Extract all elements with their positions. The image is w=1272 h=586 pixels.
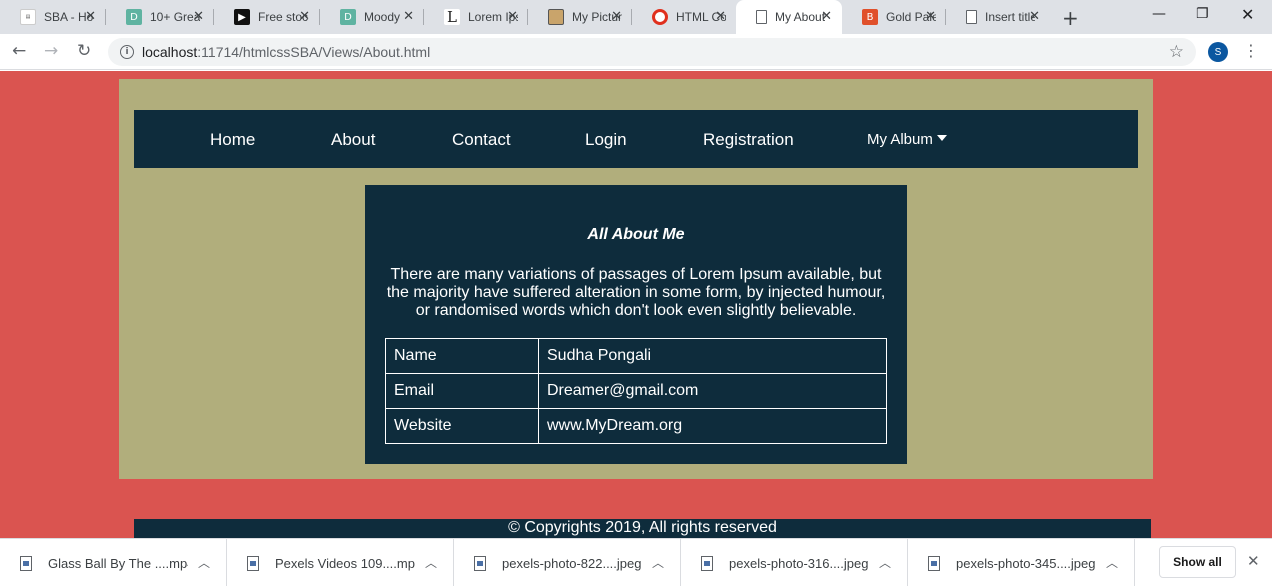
bookmark-star-icon[interactable]: ☆ bbox=[1169, 42, 1184, 62]
tab-strip: ▤ SBA - Home ✕ D 10+ Great ✕ ▶ Free stoc… bbox=[0, 0, 1272, 34]
chevron-up-icon[interactable]: ︿ bbox=[879, 554, 891, 571]
row-value: Sudha Pongali bbox=[538, 338, 887, 374]
image-file-icon bbox=[701, 555, 713, 571]
page-viewport: Home About Contact Login Registration My… bbox=[0, 71, 1272, 538]
close-downloads-icon[interactable]: ✕ bbox=[1247, 552, 1260, 570]
browser-tab[interactable]: D 10+ Great ✕ bbox=[106, 0, 214, 34]
d-badge-icon: D bbox=[126, 9, 142, 25]
chevron-up-icon[interactable]: ︿ bbox=[1106, 554, 1118, 571]
browser-tab[interactable]: ▶ Free stock ✕ bbox=[214, 0, 320, 34]
nav-about[interactable]: About bbox=[331, 130, 375, 150]
browser-tab[interactable]: My Pictures ✕ bbox=[528, 0, 632, 34]
restore-icon[interactable]: ❐ bbox=[1196, 6, 1209, 22]
table-row: Website www.MyDream.org bbox=[385, 408, 887, 444]
browser-tab[interactable]: D Moody ✕ bbox=[320, 0, 424, 34]
row-value: Dreamer@gmail.com bbox=[538, 373, 887, 409]
back-arrow-icon[interactable]: ← bbox=[12, 41, 26, 61]
row-value: www.MyDream.org bbox=[538, 408, 887, 444]
close-tab-icon[interactable]: ✕ bbox=[193, 9, 204, 25]
downloads-bar: Glass Ball By The ....mp4 ︿ Pexels Video… bbox=[0, 538, 1272, 586]
about-heading: All About Me bbox=[587, 226, 685, 243]
close-window-icon[interactable]: ✕ bbox=[1241, 5, 1254, 24]
close-tab-icon[interactable]: ✕ bbox=[85, 9, 96, 25]
browser-toolbar: ← → ↻ i localhost:11714/htmlcssSBA/Views… bbox=[0, 34, 1272, 70]
profile-table: Name Sudha Pongali Email Dreamer@gmail.c… bbox=[385, 338, 887, 444]
close-tab-icon[interactable]: ✕ bbox=[507, 9, 518, 25]
address-bar[interactable]: i localhost:11714/htmlcssSBA/Views/About… bbox=[108, 38, 1196, 66]
chevron-up-icon[interactable]: ︿ bbox=[652, 554, 664, 571]
menu-kebab-icon[interactable]: ⋮ bbox=[1243, 41, 1259, 60]
browser-tab[interactable]: B Gold Palette ✕ bbox=[842, 0, 946, 34]
nav-my-album-label: My Album bbox=[867, 131, 933, 148]
document-icon bbox=[966, 10, 977, 24]
show-all-button[interactable]: Show all bbox=[1159, 546, 1236, 578]
blogger-icon: B bbox=[862, 9, 878, 25]
image-icon bbox=[548, 9, 564, 25]
row-label: Name bbox=[385, 338, 539, 374]
nav-home[interactable]: Home bbox=[210, 130, 255, 150]
l-letter-icon: L bbox=[444, 8, 460, 26]
play-icon: ▶ bbox=[234, 9, 250, 25]
browser-tab[interactable]: HTML Color ✕ bbox=[632, 0, 736, 34]
browser-tab-active[interactable]: My About ✕ bbox=[736, 0, 842, 34]
profile-avatar[interactable]: S bbox=[1208, 42, 1228, 62]
browser-tab[interactable]: Insert title ✕ bbox=[946, 0, 1050, 34]
forward-arrow-icon[interactable]: → bbox=[44, 41, 58, 61]
new-tab-icon[interactable]: + bbox=[1062, 6, 1079, 30]
browser-tab[interactable]: L Lorem Ipsum ✕ bbox=[424, 0, 528, 34]
row-label: Email bbox=[385, 373, 539, 409]
url-host: localhost bbox=[142, 44, 198, 60]
nav-login[interactable]: Login bbox=[585, 130, 627, 150]
url-path: :11714/htmlcssSBA/Views/About.html bbox=[197, 44, 431, 60]
video-file-icon bbox=[247, 555, 259, 571]
image-file-icon bbox=[474, 555, 486, 571]
close-tab-icon[interactable]: ✕ bbox=[403, 9, 414, 25]
nav-my-album[interactable]: My Album bbox=[867, 131, 947, 148]
content-wrapper: Home About Contact Login Registration My… bbox=[119, 79, 1153, 479]
about-paragraph: There are many variations of passages of… bbox=[386, 266, 886, 319]
reload-icon[interactable]: ↻ bbox=[77, 41, 91, 61]
table-row: Name Sudha Pongali bbox=[385, 338, 887, 374]
close-tab-icon[interactable]: ✕ bbox=[611, 9, 622, 25]
info-icon[interactable]: i bbox=[120, 45, 134, 59]
close-tab-icon[interactable]: ✕ bbox=[1029, 9, 1040, 25]
caret-down-icon bbox=[936, 135, 947, 141]
close-tab-icon[interactable]: ✕ bbox=[299, 9, 310, 25]
close-tab-icon[interactable]: ✕ bbox=[925, 9, 936, 25]
browser-tab[interactable]: ▤ SBA - Home ✕ bbox=[0, 0, 106, 34]
d-badge-icon: D bbox=[340, 9, 356, 25]
chevron-up-icon[interactable]: ︿ bbox=[425, 554, 437, 571]
download-item[interactable]: Glass Ball By The ....mp4 ︿ bbox=[0, 539, 227, 586]
chevron-up-icon[interactable]: ︿ bbox=[198, 554, 210, 571]
image-file-icon bbox=[928, 555, 940, 571]
download-item[interactable]: pexels-photo-316....jpeg ︿ bbox=[681, 539, 908, 586]
minimize-icon[interactable]: — bbox=[1152, 6, 1166, 22]
row-label: Website bbox=[385, 408, 539, 444]
opera-icon bbox=[652, 9, 668, 25]
nav-registration[interactable]: Registration bbox=[703, 130, 794, 150]
site-navbar: Home About Contact Login Registration My… bbox=[134, 110, 1138, 168]
download-item[interactable]: pexels-photo-822....jpeg ︿ bbox=[454, 539, 681, 586]
video-file-icon bbox=[20, 555, 32, 571]
close-tab-icon[interactable]: ✕ bbox=[821, 9, 832, 25]
download-item[interactable]: pexels-photo-345....jpeg ︿ bbox=[908, 539, 1135, 586]
about-card: All About Me There are many variations o… bbox=[365, 185, 907, 464]
page-icon: ▤ bbox=[20, 9, 36, 25]
download-item[interactable]: Pexels Videos 109....mp4 ︿ bbox=[227, 539, 454, 586]
document-icon bbox=[756, 10, 767, 24]
nav-contact[interactable]: Contact bbox=[452, 130, 511, 150]
site-footer: © Copyrights 2019, All rights reserved bbox=[134, 519, 1151, 538]
table-row: Email Dreamer@gmail.com bbox=[385, 373, 887, 409]
close-tab-icon[interactable]: ✕ bbox=[715, 9, 726, 25]
